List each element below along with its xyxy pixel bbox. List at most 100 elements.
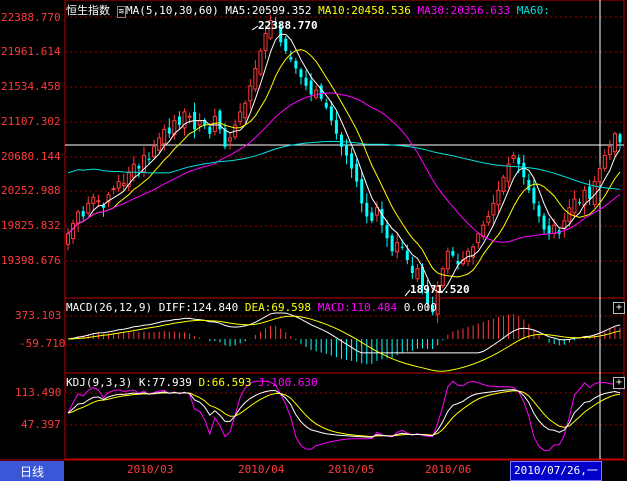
low-annotation: 18971.520 [410,283,470,296]
candle-body [91,196,96,204]
candle-body [339,134,343,147]
price-axis-label: 22388.770 [1,11,61,24]
candle-body [187,115,192,118]
candle-body [385,225,389,239]
candle-body [111,188,116,191]
x-axis-label: 2010/04 [238,463,285,476]
ma-toggle-icon[interactable]: ≋ [116,6,127,18]
candle-body [350,153,354,169]
candle-body [162,128,167,145]
candle-body [542,215,546,230]
chart-frame [64,0,625,460]
candle-body [258,50,263,75]
candle-body [248,85,253,102]
index-title: 恒生指数 [66,4,110,17]
candle-body [284,38,288,51]
kdj-j-value: J:100.630 [258,376,318,389]
cursor-date-readout: 2010/07/26,一 [510,461,602,481]
macd-expand-button[interactable]: + [613,302,625,314]
candle-body [496,189,501,206]
kdj-axis-label: 113.490 [15,386,62,399]
kdj-k-line [67,389,621,438]
price-axis-label: 21534.458 [1,80,61,93]
candle-body [86,202,91,214]
candle-body [121,182,126,187]
candle-body [299,69,303,78]
macd-zero-value: 0.000 [403,301,437,314]
candle-body [405,250,409,260]
kdj-d-line [67,390,621,438]
x-axis-label: 2010/05 [328,463,375,476]
macd-header: MACD(26,12,9) DIFF:124.840 DEA:69.598 MA… [66,301,437,314]
ma30-line [67,92,621,243]
candle-body [208,126,212,134]
ma60-line [67,140,621,190]
candle-body [491,202,496,216]
candle-body [152,146,157,158]
candle-body [370,212,374,221]
x-axis-label: 2010/03 [127,463,174,476]
candle-body [511,154,516,160]
macd-macd-value: MACD:110.484 [317,301,398,314]
candle-body [501,176,506,192]
candle-body [607,146,612,155]
candle-body [263,33,268,52]
candle-body [238,111,243,122]
main-header: 恒生指数 ≋ MA(5,10,30,60) MA5:20599.352 MA10:… [66,2,550,18]
candle-body [374,207,379,216]
candle-body [552,224,557,235]
ma5-value: MA5:20599.352 [225,4,312,17]
candle-body [445,250,450,270]
ma30-value: MA30:20356.633 [417,4,511,17]
candle-body [309,80,313,95]
candle-body [76,211,81,224]
price-axis-label: 21107.302 [1,115,61,128]
daily-period-tab[interactable]: 日线 [0,461,64,481]
candle-body [167,127,171,134]
candle-body [116,181,121,189]
candle-body [476,233,481,244]
high-annotation: 22388.770 [258,19,318,32]
price-axis-label: 19825.832 [1,219,61,232]
candle-body [253,67,258,90]
stock-chart-canvas[interactable] [0,0,627,481]
candle-body [365,202,369,217]
kdj-d-value: D:66.593 [198,376,252,389]
macd-axis-label: -59.710 [19,337,66,350]
candle-body [618,134,622,143]
kdj-axis-label: 47.397 [21,418,61,431]
kdj-expand-button[interactable]: + [613,377,625,389]
kdj-j-line [67,380,621,451]
candle-body [66,233,70,245]
candle-body [486,215,491,223]
candle-body [577,202,581,204]
candle-body [532,187,536,204]
candle-body [157,137,162,151]
macd-diff-value: DIFF:124.840 [158,301,239,314]
candle-body [289,57,293,60]
kdj-k-value: K:77.939 [138,376,192,389]
x-axis-label: 2010/06 [425,463,472,476]
candle-body [324,102,328,108]
macd-dea-value: DEA:69.598 [244,301,312,314]
candle-body [304,77,308,86]
candle-body [602,154,607,169]
candle-body [415,268,420,280]
candle-body [597,168,602,183]
macd-label: MACD(26,12,9) [66,301,153,314]
candle-body [314,89,319,98]
candle-body [329,106,333,121]
candle-body [131,163,136,178]
candle-body [506,163,511,183]
candle-body [588,186,592,200]
candle-body [547,225,551,234]
candle-body [572,198,577,214]
candle-body [334,120,338,134]
candle-body [177,116,181,125]
candle-body [395,242,400,253]
candle-body [400,246,404,248]
candle-body [137,166,141,169]
candle-body [537,205,541,217]
candle-body [96,200,101,203]
price-axis-label: 19398.676 [1,254,61,267]
